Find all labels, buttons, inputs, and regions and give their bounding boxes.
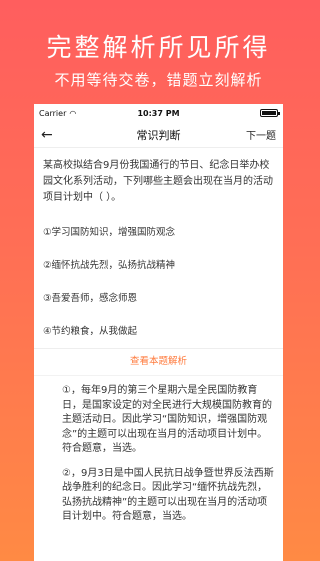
nav-bar: ← 常识判断 下一题 [34,122,283,148]
analysis-paragraph-2: ②，9月3日是中国人民抗日战争暨世界反法西斯战争胜利的纪念日。因此学习“缅怀抗战… [62,467,274,523]
status-right [260,109,280,117]
back-arrow-icon[interactable]: ← [41,127,53,143]
next-question-button[interactable]: 下一题 [246,127,276,142]
status-time: 10:37 PM [137,108,180,118]
promo-title: 完整解析所见所得 [46,33,271,62]
option-3[interactable]: ③吾爱吾师，感念师恩 [34,280,283,313]
analysis-paragraph-1: ①，每年9月的第三个星期六是全民国防教育日，是国家设定的对全民进行大规模国防教育… [62,385,272,454]
battery-icon [260,109,280,117]
option-4[interactable]: ④节约粮食，从我做起 [34,313,283,346]
question-text: 某高校拟结合9月份我国通行的节日、纪念日举办校园文化系列活动，下列哪些主题会出现… [43,160,273,203]
option-list: ①学习国防知识，增强国防观念 ②缅怀抗战先烈，弘扬抗战精神 ③吾爱吾师，感念师恩… [34,214,283,346]
phone-screen: Carrier ◠ 10:37 PM ← 常识判断 下一题 某高校拟结合9月份我… [34,104,283,561]
option-1[interactable]: ①学习国防知识，增强国防观念 [34,214,283,247]
battery-fill [262,111,276,115]
promo-subtitle: 不用等待交卷，错题立刻解析 [54,71,263,89]
analysis-panel: ①，每年9月的第三个星期六是全民国防教育日，是国家设定的对全民进行大规模国防教育… [34,375,283,525]
option-2[interactable]: ②缅怀抗战先烈，弘扬抗战精神 [34,247,283,280]
view-analysis-link[interactable]: 查看本题解析 [34,349,283,375]
status-bar: Carrier ◠ 10:37 PM [34,104,283,122]
